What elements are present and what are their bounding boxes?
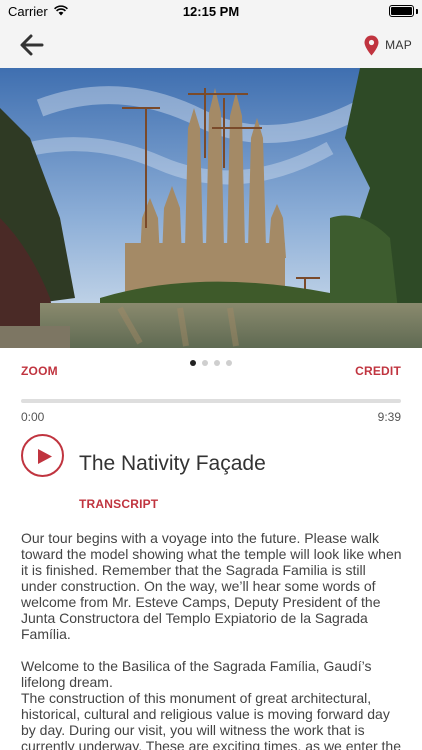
transcript-text: Our tour begins with a voyage into the f…	[21, 530, 402, 750]
track-title: The Nativity Façade	[79, 452, 266, 475]
back-button[interactable]	[18, 32, 46, 58]
audio-progress-bar[interactable]	[21, 399, 401, 403]
transcript-paragraph: Our tour begins with a voyage into the f…	[21, 530, 402, 642]
battery-level	[391, 7, 412, 15]
pagination-dot-2[interactable]	[202, 360, 208, 366]
elapsed-time: 0:00	[21, 410, 45, 424]
map-button[interactable]: MAP	[364, 34, 412, 56]
transcript-paragraph: Welcome to the Basilica of the Sagrada F…	[21, 658, 372, 690]
zoom-button[interactable]: ZOOM	[21, 364, 58, 378]
transcript-paragraph: The construction of this monument of gre…	[21, 690, 401, 750]
status-bar: Carrier 12:15 PM	[0, 0, 422, 22]
map-pin-icon	[364, 35, 379, 55]
basilica-photo	[0, 68, 422, 348]
pagination-dot-1[interactable]	[190, 360, 196, 366]
map-label: MAP	[385, 38, 412, 52]
pagination-dot-4[interactable]	[226, 360, 232, 366]
arrow-left-icon	[20, 34, 44, 56]
transcript-button[interactable]: TRANSCRIPT	[79, 497, 158, 511]
credit-button[interactable]: CREDIT	[355, 364, 401, 378]
clock: 12:15 PM	[182, 4, 240, 19]
navigation-bar: MAP	[0, 22, 422, 68]
play-icon	[38, 449, 52, 464]
hero-image[interactable]	[0, 68, 422, 348]
battery-tip	[416, 9, 418, 14]
play-button[interactable]	[21, 434, 64, 477]
pagination-dot-3[interactable]	[214, 360, 220, 366]
battery-icon	[389, 5, 414, 17]
total-duration: 9:39	[377, 410, 401, 424]
